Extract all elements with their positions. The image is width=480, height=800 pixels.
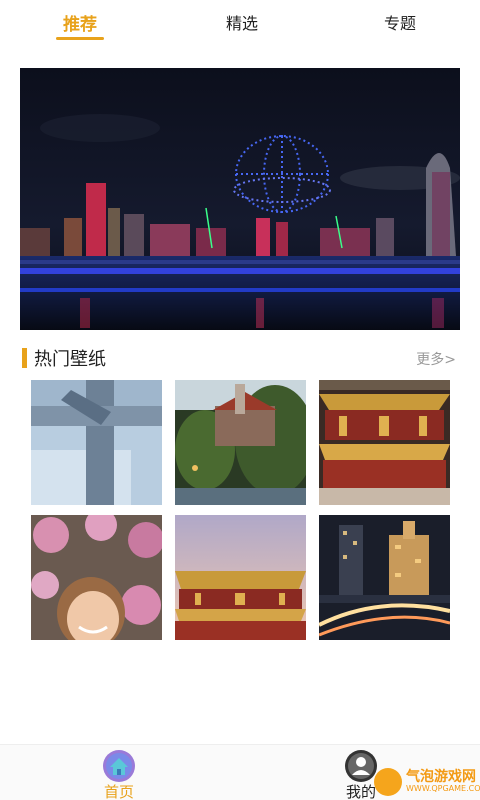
section-title: 热门壁纸 <box>34 349 106 370</box>
wallpaper-thumb-palace-roof[interactable] <box>175 515 306 640</box>
wallpaper-thumb-woman-blossoms[interactable] <box>31 515 162 640</box>
wallpaper-thumb-gift-box[interactable] <box>31 380 162 505</box>
wallpaper-thumb-palace-hall[interactable] <box>319 380 450 505</box>
watermark-logo-icon <box>374 768 402 796</box>
wallpaper-thumb-city-night[interactable] <box>319 515 450 640</box>
wallpaper-image <box>31 515 162 640</box>
featured-banner[interactable] <box>20 68 460 330</box>
hot-wallpapers-header: 热门壁纸 更多> <box>22 345 458 371</box>
wallpaper-image <box>175 380 306 505</box>
banner-image <box>20 68 460 330</box>
wallpaper-thumb-castle[interactable] <box>175 380 306 505</box>
watermark-url: WWW.QPGAME.COM <box>406 784 480 793</box>
tab-recommend[interactable]: 推荐 <box>40 10 120 40</box>
wallpaper-image <box>175 515 306 640</box>
active-tab-indicator <box>56 37 104 40</box>
site-watermark: 气泡游戏网 WWW.QPGAME.COM <box>372 764 480 800</box>
wallpaper-image <box>319 380 450 505</box>
section-accent-bar <box>22 348 27 368</box>
top-tab-bar: 推荐 精选 专题 <box>0 0 480 52</box>
nav-home[interactable]: 首页 <box>84 747 154 800</box>
watermark-text: 气泡游戏网 <box>406 769 476 785</box>
tab-topics[interactable]: 专题 <box>360 10 440 40</box>
nav-home-label: 首页 <box>103 783 134 800</box>
wallpaper-image <box>319 515 450 640</box>
tab-selected[interactable]: 精选 <box>202 10 282 40</box>
home-icon <box>103 750 135 782</box>
wallpaper-image <box>31 380 162 505</box>
more-link[interactable]: 更多> <box>416 349 456 369</box>
